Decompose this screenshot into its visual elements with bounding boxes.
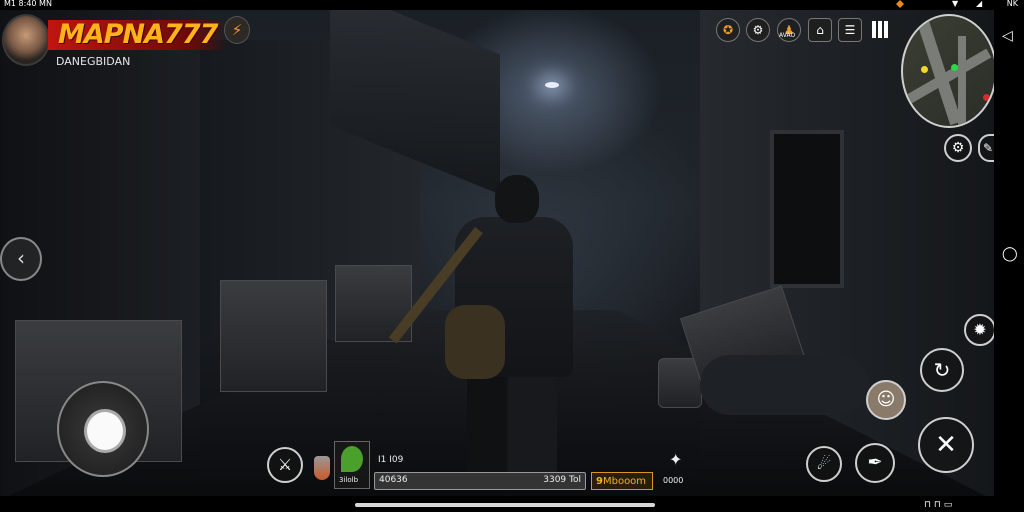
item-slot[interactable]: 3ilolb xyxy=(334,441,370,489)
building-window xyxy=(770,130,844,288)
home-nav-icon[interactable]: ◯ xyxy=(1002,246,1018,262)
notification-icon xyxy=(896,0,904,8)
weapon-label: 0000 xyxy=(663,476,684,485)
reload-button[interactable]: ↻ xyxy=(920,348,964,392)
player-avatar[interactable] xyxy=(2,14,50,66)
item-label: 3ilolb xyxy=(339,476,359,484)
joystick-knob[interactable] xyxy=(84,409,126,453)
weapon-icon: ✦ xyxy=(669,450,683,469)
signal-icon: ▼ xyxy=(952,0,959,8)
status-bar: M1 8:40 MN ▼ ◢ NK xyxy=(0,0,1024,10)
objective-marker-icon xyxy=(951,64,958,71)
chat-icon[interactable]: ☰ xyxy=(838,18,862,42)
ammo-bar: 40636 3309 Tol xyxy=(374,472,586,490)
gold-label: Mbooom xyxy=(602,476,647,487)
android-nav-bar: ◁ ◯ xyxy=(994,10,1024,496)
movement-joystick[interactable] xyxy=(57,381,149,477)
map-grid-icon[interactable]: ⌂ xyxy=(808,18,832,42)
character-label: AVAO xyxy=(779,32,796,39)
player-character xyxy=(388,175,577,475)
knife-button[interactable]: ✒ xyxy=(855,443,895,483)
player-name: MAPNA777 xyxy=(48,20,228,50)
lightning-icon[interactable]: ⚡ xyxy=(224,16,250,44)
slot-count: I1 I09 xyxy=(378,455,404,465)
game-scene xyxy=(0,10,994,496)
street-lamp xyxy=(545,82,559,88)
herb-icon xyxy=(341,446,363,472)
wifi-icon: ◢ xyxy=(976,0,983,8)
melee-button[interactable]: ⚔ xyxy=(267,447,303,483)
companion-avatar-button[interactable]: ☺ xyxy=(866,380,906,420)
minimap[interactable] xyxy=(901,14,997,128)
player-subtitle: DANEGBIDAN xyxy=(56,55,131,68)
home-indicator[interactable] xyxy=(355,503,655,507)
lying-figure xyxy=(700,355,870,415)
gear-badge-icon[interactable]: ⚙ xyxy=(746,18,770,42)
ammo-left: 40636 xyxy=(379,475,408,485)
weapon-slot[interactable]: ✦ 0000 xyxy=(661,446,691,490)
gold-icon: 9 xyxy=(596,476,603,487)
enemy-marker-icon xyxy=(983,94,990,101)
throwable-button[interactable]: ☄ xyxy=(806,446,842,482)
fire-button[interactable]: ✕ xyxy=(918,417,974,473)
gear-button[interactable]: ✹ xyxy=(964,314,996,346)
cabinet xyxy=(220,280,327,392)
pause-button[interactable] xyxy=(872,21,894,39)
medal-icon[interactable]: ✪ xyxy=(716,18,740,42)
ammo-right: 3309 Tol xyxy=(543,475,581,485)
player-marker-icon xyxy=(921,66,928,73)
status-time: M1 8:40 MN xyxy=(4,0,52,8)
gold-counter[interactable]: 9Mbooom xyxy=(591,472,653,490)
back-button[interactable]: ‹ xyxy=(0,237,42,281)
back-nav-icon[interactable]: ◁ xyxy=(1002,28,1013,44)
recent-apps-icon[interactable]: ⊓ ⊓ ▭ xyxy=(924,500,952,510)
status-right: NK xyxy=(1006,0,1018,8)
settings-gear-button[interactable]: ⚙ xyxy=(944,134,972,162)
potion-icon xyxy=(314,456,330,480)
potion-slot[interactable] xyxy=(310,446,334,486)
